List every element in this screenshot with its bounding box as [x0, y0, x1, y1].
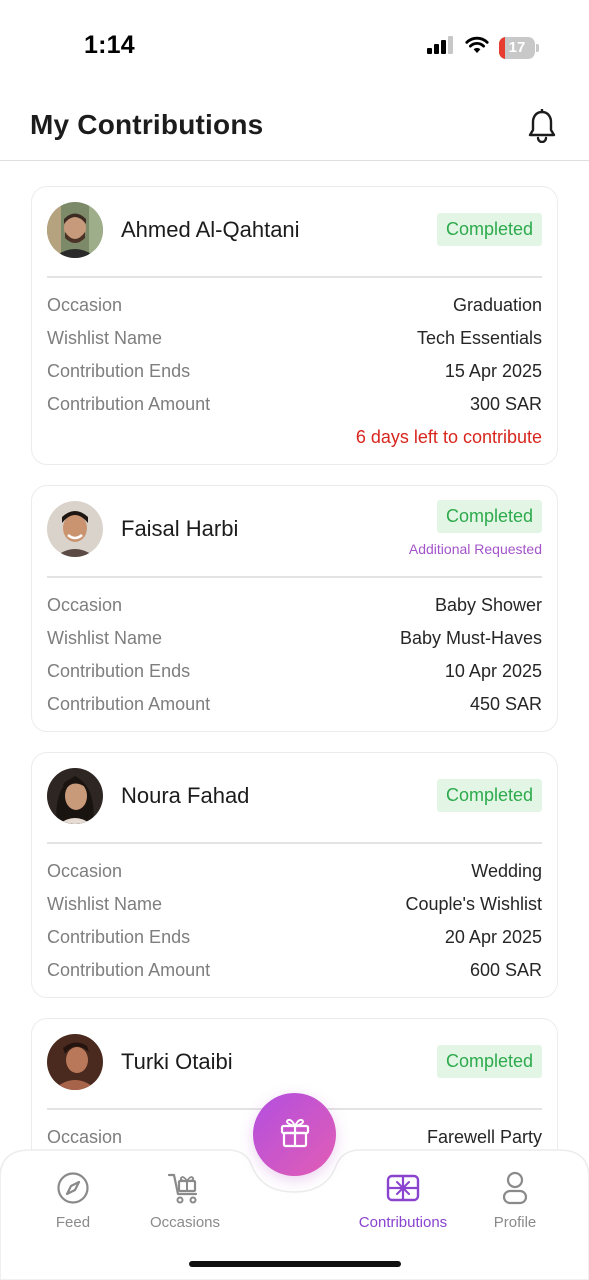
gift-cart-icon [165, 1168, 205, 1208]
detail-value: Graduation [452, 295, 542, 315]
detail-value: Baby Must-Haves [399, 628, 542, 648]
contributor-name: Turki Otaibi [121, 1049, 233, 1074]
detail-value: Farewell Party [426, 1127, 542, 1147]
person-icon [495, 1168, 535, 1208]
nav-label: Contributions [358, 1214, 448, 1231]
avatar [47, 202, 103, 258]
app-header: My Contributions [0, 92, 589, 161]
nav-item-profile[interactable]: Profile [460, 1168, 570, 1238]
nav-item-occasions[interactable]: Occasions [130, 1168, 240, 1238]
additional-requested-label: Additional Requested [408, 541, 542, 557]
detail-row-ends: Contribution Ends 10 Apr 2025 [47, 661, 542, 685]
detail-row-occasion: Occasion Wedding [47, 861, 542, 885]
gift-action-button[interactable] [253, 1093, 336, 1176]
detail-row-ends: Contribution Ends 15 Apr 2025 [47, 361, 542, 385]
detail-value: 20 Apr 2025 [444, 927, 542, 947]
avatar [47, 1034, 103, 1090]
detail-label: Occasion [47, 1127, 123, 1147]
detail-value: 10 Apr 2025 [444, 661, 542, 681]
page-title: My Contributions [30, 109, 264, 140]
avatar [47, 768, 103, 824]
detail-label: Wishlist Name [47, 328, 163, 348]
contributions-list: Ahmed Al-Qahtani Completed Occasion Grad… [0, 161, 589, 1161]
detail-value: 600 SAR [469, 960, 542, 980]
nav-label: Profile [493, 1214, 537, 1231]
contribution-card[interactable]: Noura Fahad Completed Occasion Wedding W… [31, 752, 558, 998]
detail-row-ends: Contribution Ends 20 Apr 2025 [47, 927, 542, 951]
detail-value: Baby Shower [434, 595, 542, 615]
status-bar: 1:14 17 [0, 0, 589, 90]
notifications-bell-icon[interactable] [522, 106, 562, 146]
status-time: 1:14 [84, 31, 135, 59]
detail-label: Occasion [47, 861, 123, 881]
cellular-signal-icon [427, 36, 455, 59]
battery-indicator: 17 [499, 36, 539, 59]
detail-label: Occasion [47, 595, 123, 615]
detail-label: Contribution Ends [47, 661, 191, 681]
detail-label: Contribution Ends [47, 927, 191, 947]
detail-value: Wedding [471, 861, 542, 881]
nav-label: Occasions [149, 1214, 221, 1231]
contributor-name: Ahmed Al-Qahtani [121, 217, 300, 242]
deadline-note: 6 days left to contribute [355, 427, 542, 447]
contributions-screen: 1:14 17 My Contributions Ahmed Al-Qahtan… [0, 0, 589, 1280]
detail-value: 300 SAR [469, 394, 542, 414]
contributor-name: Faisal Harbi [121, 516, 239, 541]
status-badge: Completed [436, 500, 542, 533]
status-badge: Completed [436, 213, 542, 246]
detail-value: Tech Essentials [416, 328, 542, 348]
status-badge: Completed [436, 779, 542, 812]
divider [47, 576, 542, 578]
detail-value: Couple's Wishlist [405, 894, 542, 914]
home-indicator [189, 1261, 401, 1267]
detail-row-wishlist: Wishlist Name Tech Essentials [47, 328, 542, 352]
detail-value: 450 SAR [469, 694, 542, 714]
detail-row-occasion: Occasion Baby Shower [47, 595, 542, 619]
divider [47, 276, 542, 278]
status-icons: 17 [427, 36, 539, 59]
detail-row-wishlist: Wishlist Name Couple's Wishlist [47, 894, 542, 918]
contribution-card[interactable]: Faisal Harbi Completed Additional Reques… [31, 485, 558, 732]
wifi-icon [465, 36, 489, 59]
contributions-icon [383, 1168, 423, 1208]
gift-icon [278, 1115, 312, 1154]
detail-row-occasion: Occasion Graduation [47, 295, 542, 319]
detail-value: 15 Apr 2025 [444, 361, 542, 381]
detail-label: Contribution Ends [47, 361, 191, 381]
compass-icon [53, 1168, 93, 1208]
detail-row-amount: Contribution Amount 300 SAR [47, 394, 542, 418]
nav-item-contributions[interactable]: Contributions [348, 1168, 458, 1238]
detail-row-wishlist: Wishlist Name Baby Must-Haves [47, 628, 542, 652]
detail-label: Wishlist Name [47, 894, 163, 914]
nav-label: Feed [55, 1214, 91, 1231]
nav-item-feed[interactable]: Feed [18, 1168, 128, 1238]
battery-level-text: 17 [508, 38, 526, 56]
detail-label: Contribution Amount [47, 694, 211, 714]
contributor-name: Noura Fahad [121, 783, 250, 808]
detail-label: Occasion [47, 295, 123, 315]
detail-label: Contribution Amount [47, 394, 211, 414]
avatar [47, 501, 103, 557]
detail-label: Contribution Amount [47, 960, 211, 980]
status-badge: Completed [436, 1045, 542, 1078]
contribution-card[interactable]: Ahmed Al-Qahtani Completed Occasion Grad… [31, 186, 558, 465]
detail-row-amount: Contribution Amount 600 SAR [47, 960, 542, 984]
divider [47, 842, 542, 844]
detail-label: Wishlist Name [47, 628, 163, 648]
detail-row-amount: Contribution Amount 450 SAR [47, 694, 542, 718]
